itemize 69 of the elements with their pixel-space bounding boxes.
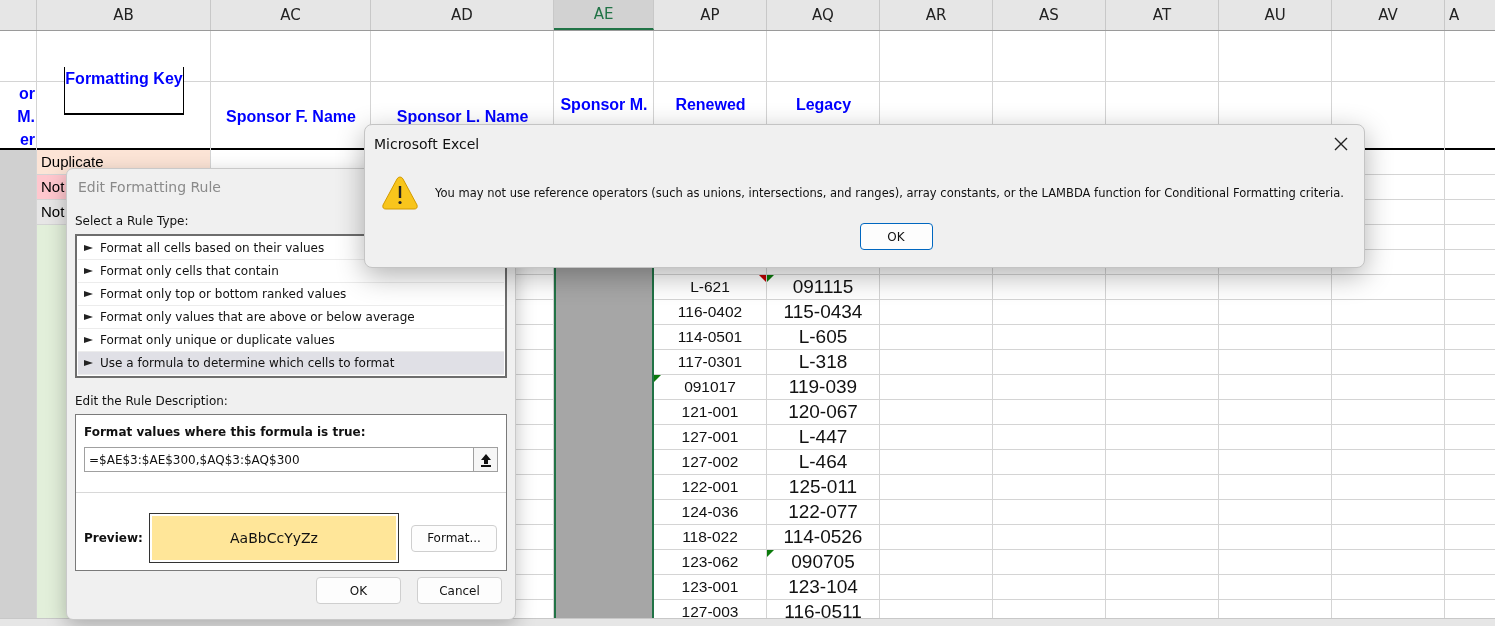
table-cell: L-447 (798, 426, 848, 448)
table-cell: 123-001 (681, 578, 739, 596)
upload-icon (479, 452, 492, 467)
pointer-icon (84, 290, 94, 298)
header-cell-text: Legacy (795, 95, 852, 115)
pointer-icon (84, 359, 94, 367)
column-header[interactable]: A (1445, 0, 1495, 30)
section-label: Edit the Rule Description: (75, 394, 228, 408)
table-cell: 121-001 (681, 403, 739, 421)
table-cell: 127-003 (681, 603, 739, 618)
ok-button[interactable]: OK (859, 223, 933, 250)
header-cell-text: Renewed (675, 95, 746, 115)
format-button[interactable]: Format... (411, 524, 497, 552)
collapse-button[interactable] (473, 447, 498, 472)
column-header[interactable]: AT (1106, 0, 1219, 30)
preview-label: Preview: (84, 531, 144, 545)
table-cell: 125-011 (788, 476, 858, 498)
dialog-button[interactable]: OK (316, 577, 401, 604)
table-cell: 127-002 (681, 453, 739, 471)
table-cell: L-605 (798, 326, 848, 348)
column-header[interactable]: AR (880, 0, 993, 30)
rule-type-item[interactable]: Use a formula to determine which cells to format (78, 352, 504, 375)
table-cell: 114-0501 (677, 328, 743, 346)
table-cell: 122-077 (788, 501, 858, 523)
formula-field[interactable]: =$AE$3:$AE$300,$AQ$3:$AQ$300 (84, 447, 473, 472)
pointer-icon (84, 244, 94, 252)
column-header[interactable]: AV (1332, 0, 1445, 30)
table-cell: 090705 (791, 551, 855, 573)
table-cell: 127-001 (681, 428, 739, 446)
table-cell: 120-067 (788, 401, 858, 423)
message-box-title: Microsoft Excel (374, 136, 480, 152)
table-cell: 091115 (792, 276, 854, 298)
column-header[interactable]: AB (37, 0, 211, 30)
formula-label: Format values where this formula is true: (84, 425, 366, 439)
preview-text: AaBbCcYyZz (230, 530, 318, 546)
table-cell: 115-0434 (783, 301, 863, 323)
column-header[interactable]: AS (993, 0, 1106, 30)
table-cell: L-621 (690, 278, 730, 296)
message-text: You may not use reference operators (such as unions, intersections, and ranges), array constants, or the LAMBDA function for Conditional Formatting criteria. (435, 186, 1344, 200)
header-cell: Formatting Key (64, 66, 184, 115)
table-cell: 114-0526 (783, 526, 863, 548)
column-header[interactable]: AQ (767, 0, 880, 30)
column-header[interactable]: AE (554, 0, 654, 30)
table-cell: 091017 (684, 378, 736, 396)
table-cell: 118-022 (682, 528, 738, 546)
table-cell: 119-039 (788, 376, 858, 398)
table-cell: 124-036 (681, 503, 739, 521)
rule-type-item[interactable]: Format only top or bottom ranked values (78, 283, 504, 306)
dialog-button[interactable]: Cancel (417, 577, 502, 604)
table-cell: 116-0511 (784, 601, 862, 618)
table-cell: L-318 (798, 351, 848, 373)
pointer-icon (84, 336, 94, 344)
rule-type-item[interactable]: Format only values that are above or below average (78, 306, 504, 329)
header-cell-text: or M. er (16, 83, 35, 150)
table-cell: 122-001 (681, 478, 739, 496)
header-cell-text: Sponsor M. (560, 95, 648, 115)
pointer-icon (84, 267, 94, 275)
table-cell: 116-0402 (677, 303, 743, 321)
table-cell: 123-104 (788, 576, 858, 598)
table-cell: 117-0301 (677, 353, 743, 371)
warning-icon (381, 175, 419, 211)
column-header[interactable]: AU (1219, 0, 1332, 30)
column-header[interactable]: AC (211, 0, 371, 30)
column-header[interactable]: AP (654, 0, 767, 30)
pointer-icon (84, 313, 94, 321)
header-cell-text: Sponsor L. Name (396, 106, 529, 127)
table-cell: L-464 (798, 451, 848, 473)
header-cell-text: Sponsor F. Name (226, 106, 356, 127)
table-cell: 123-062 (681, 553, 739, 571)
